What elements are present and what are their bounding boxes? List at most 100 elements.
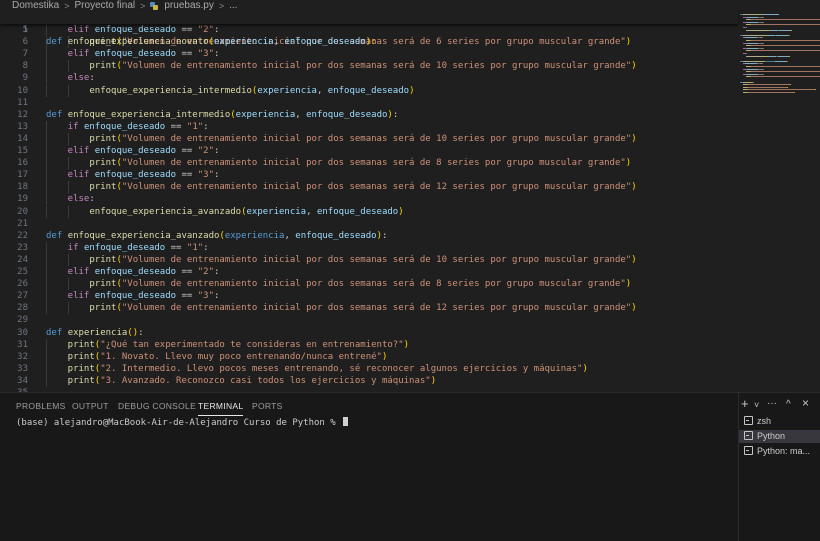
code-line[interactable]: 28 print("Volumen de entrenamiento inicia…: [0, 302, 738, 315]
code-line[interactable]: 30 def experiencia():: [0, 327, 738, 339]
code-text: elif enfoque_deseado == "3":: [67, 170, 220, 181]
code-text: if enfoque_deseado == "1":: [67, 242, 209, 253]
breadcrumb-item-folder[interactable]: Proyecto final: [73, 0, 138, 12]
code-line[interactable]: 26 print("Volumen de entrenamiento inicia…: [0, 278, 738, 291]
new-terminal-button[interactable]: +: [741, 396, 749, 411]
indent-guide: [46, 181, 47, 194]
minimap-line: [789, 84, 791, 86]
breadcrumb-item-symbols[interactable]: ...: [227, 0, 239, 12]
code-line[interactable]: 5 elif enfoque_deseado == "2":: [0, 24, 738, 37]
minimap-line: [761, 37, 763, 39]
terminal-item[interactable]: Python: ma...: [739, 445, 820, 458]
code-line[interactable]: 31 print("¿Qué tan experimentado te consi…: [0, 338, 738, 351]
code-text: elif enfoque_deseado == "2":: [67, 267, 220, 277]
minimap-line: [769, 29, 778, 31]
indent-guide: [46, 302, 47, 315]
code-line[interactable]: 8 print("Volumen de entrenamiento inicial…: [0, 60, 738, 73]
code-line[interactable]: 19 else:: [0, 193, 738, 206]
minimap-line: [750, 40, 820, 41]
line-number: 29: [17, 315, 28, 326]
breadcrumb-item-domestika[interactable]: Domestika: [10, 0, 61, 12]
indent-guide: [46, 362, 47, 375]
terminal-dropdown-button[interactable]: ˅: [754, 400, 759, 410]
code-line[interactable]: 29: [0, 314, 738, 326]
code-line[interactable]: 24 print("Volumen de entrenamiento inicia…: [0, 253, 738, 266]
minimap[interactable]: [730, 12, 820, 392]
code-editor[interactable]: 5 elif enfoque_deseado == "2": 6 print("Vol…: [0, 24, 738, 392]
tab-problems[interactable]: PROBLEMS: [16, 401, 66, 415]
code-line[interactable]: 21: [0, 218, 738, 230]
line-number: 14: [17, 133, 28, 144]
close-panel-button[interactable]: ×: [802, 396, 809, 410]
code-line[interactable]: 9 else:: [0, 72, 738, 85]
tab-ports[interactable]: PORTS: [252, 401, 283, 415]
terminal-icon: [744, 446, 753, 455]
indent-guide: [46, 278, 47, 291]
line-number: 23: [17, 242, 28, 253]
code-line[interactable]: 33 print("2. Intermedio. Llevo pocos mese…: [0, 362, 738, 375]
tab-output[interactable]: OUTPUT: [72, 401, 109, 415]
code-line[interactable]: 13 if enfoque_deseado == "1":: [0, 120, 738, 133]
minimap-line: [750, 76, 820, 78]
terminal-icon: [744, 416, 753, 425]
code-text: print("Volumen de entrenamiento inicial …: [89, 303, 637, 314]
code-line[interactable]: 10 enfoque_experiencia_intermedio(experie…: [0, 84, 738, 97]
code-text: else:: [67, 73, 95, 84]
indent-guide: [46, 290, 47, 303]
minimap-line: [750, 45, 820, 47]
minimap-line: [814, 89, 816, 91]
code-text: else:: [67, 194, 95, 205]
code-line[interactable]: 7 elif enfoque_deseado == "3":: [0, 48, 738, 61]
code-line[interactable]: 14 print("Volumen de entrenamiento inicia…: [0, 132, 738, 145]
indent-guide: [67, 253, 69, 266]
code-line[interactable]: 15 elif enfoque_deseado == "2":: [0, 145, 738, 158]
minimap-line: [779, 29, 791, 31]
more-actions-button[interactable]: ···: [767, 398, 777, 409]
code-line[interactable]: 34 print("3. Avanzado. Reconozco casi tod…: [0, 374, 738, 387]
minimap-line: [788, 34, 790, 36]
tab-terminal[interactable]: TERMINAL: [198, 401, 244, 416]
code-text: def experiencia():: [46, 327, 144, 338]
breadcrumb-item-file[interactable]: pruebas.py: [162, 0, 215, 12]
panel-tabs: PROBLEMS OUTPUT DEBUG CONSOLE TERMINAL PORTS: [0, 393, 820, 419]
code-line[interactable]: 22 def enfoque_experiencia_avanzado(exper…: [0, 230, 738, 242]
code-line[interactable]: 20 enfoque_experiencia_avanzado(experienc…: [0, 205, 738, 218]
code-line[interactable]: 25 elif enfoque_deseado == "2":: [0, 266, 738, 279]
code-line[interactable]: 12 def enfoque_experiencia_intermedio(exp…: [0, 109, 738, 121]
terminal-item[interactable]: zsh: [739, 415, 820, 428]
indent-guide: [46, 24, 47, 37]
code-text: def enfoque_experiencia_intermedio(exper…: [46, 109, 399, 120]
line-number: 33: [17, 363, 28, 374]
code-line[interactable]: 16 print("Volumen de entrenamiento inicia…: [0, 157, 738, 170]
code-line[interactable]: 18 print("Volumen de entrenamiento inicia…: [0, 181, 738, 194]
tab-debug-console[interactable]: DEBUG CONSOLE: [118, 401, 196, 415]
minimap-line: [774, 60, 786, 62]
line-number: 17: [17, 170, 28, 181]
sticky-scroll-line[interactable]: 1 def enfoque_experiencia_novato(experie…: [0, 12, 738, 47]
minimap-line: [750, 50, 820, 52]
code-text: print("Volumen de entrenamiento inicial …: [89, 279, 632, 290]
line-number: 34: [17, 375, 28, 386]
maximize-panel-button[interactable]: ^: [786, 399, 791, 410]
indent-guide: [46, 193, 47, 206]
indent-guide: [46, 60, 47, 73]
indent-guide: [46, 48, 47, 61]
minimap-line: [790, 29, 792, 31]
minimap-line: [776, 34, 788, 36]
minimap-line: [750, 71, 820, 73]
code-line[interactable]: 32 print("1. Novato. Llevo muy poco entre…: [0, 350, 738, 363]
terminal-output[interactable]: (base) alejandro@MacBook-Air-de-Alejandr…: [16, 417, 349, 428]
indent-guide: [67, 132, 69, 145]
line-number: 10: [17, 85, 28, 96]
minimap-line: [746, 73, 758, 75]
code-text: elif enfoque_deseado == "2":: [67, 25, 220, 35]
terminal-item[interactable]: Python: [739, 430, 820, 443]
code-line[interactable]: 27 elif enfoque_deseado == "3":: [0, 290, 738, 303]
minimap-line: [750, 66, 820, 67]
code-line[interactable]: 23 if enfoque_deseado == "1":: [0, 241, 738, 254]
code-text: if enfoque_deseado == "1":: [67, 121, 209, 132]
code-line[interactable]: 11: [0, 97, 738, 109]
code-line[interactable]: 17 elif enfoque_deseado == "3":: [0, 169, 738, 182]
minimap-line: [750, 24, 820, 26]
code-text: print("Volumen de entrenamiento inicial …: [89, 158, 632, 169]
